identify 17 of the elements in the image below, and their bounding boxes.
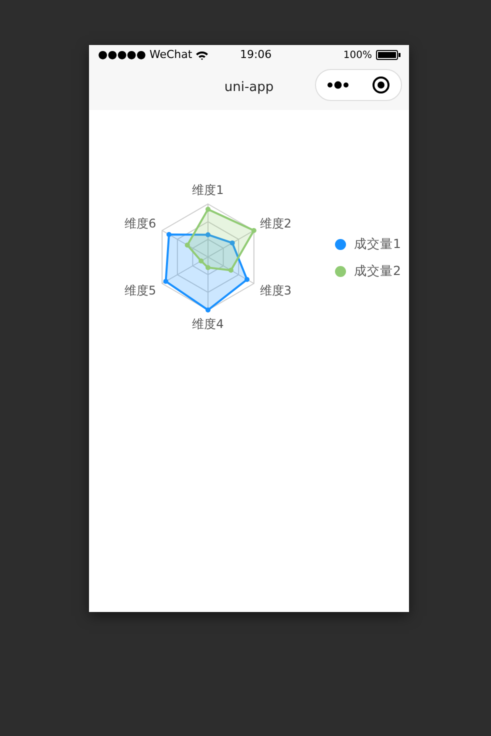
axis-label: 维度3 — [260, 284, 292, 298]
axis-label: 维度1 — [192, 183, 224, 197]
status-time: 19:06 — [240, 46, 272, 63]
axis-label: 维度4 — [192, 317, 224, 331]
battery-icon — [376, 50, 401, 60]
axis-label: 维度6 — [124, 216, 156, 230]
wifi-icon — [196, 50, 208, 60]
axis-label: 维度2 — [260, 216, 292, 230]
carrier-text: ●●●●● WeChat — [98, 46, 192, 63]
more-icon[interactable] — [327, 81, 350, 89]
battery-text: 100% — [343, 48, 372, 62]
radar-series-area — [184, 206, 256, 273]
page-title: uni-app — [224, 78, 274, 97]
legend-label[interactable]: 成交量1 — [354, 235, 401, 254]
legend-label[interactable]: 成交量2 — [354, 262, 401, 280]
axis-label: 维度5 — [124, 284, 156, 298]
close-target-icon[interactable] — [372, 76, 390, 94]
